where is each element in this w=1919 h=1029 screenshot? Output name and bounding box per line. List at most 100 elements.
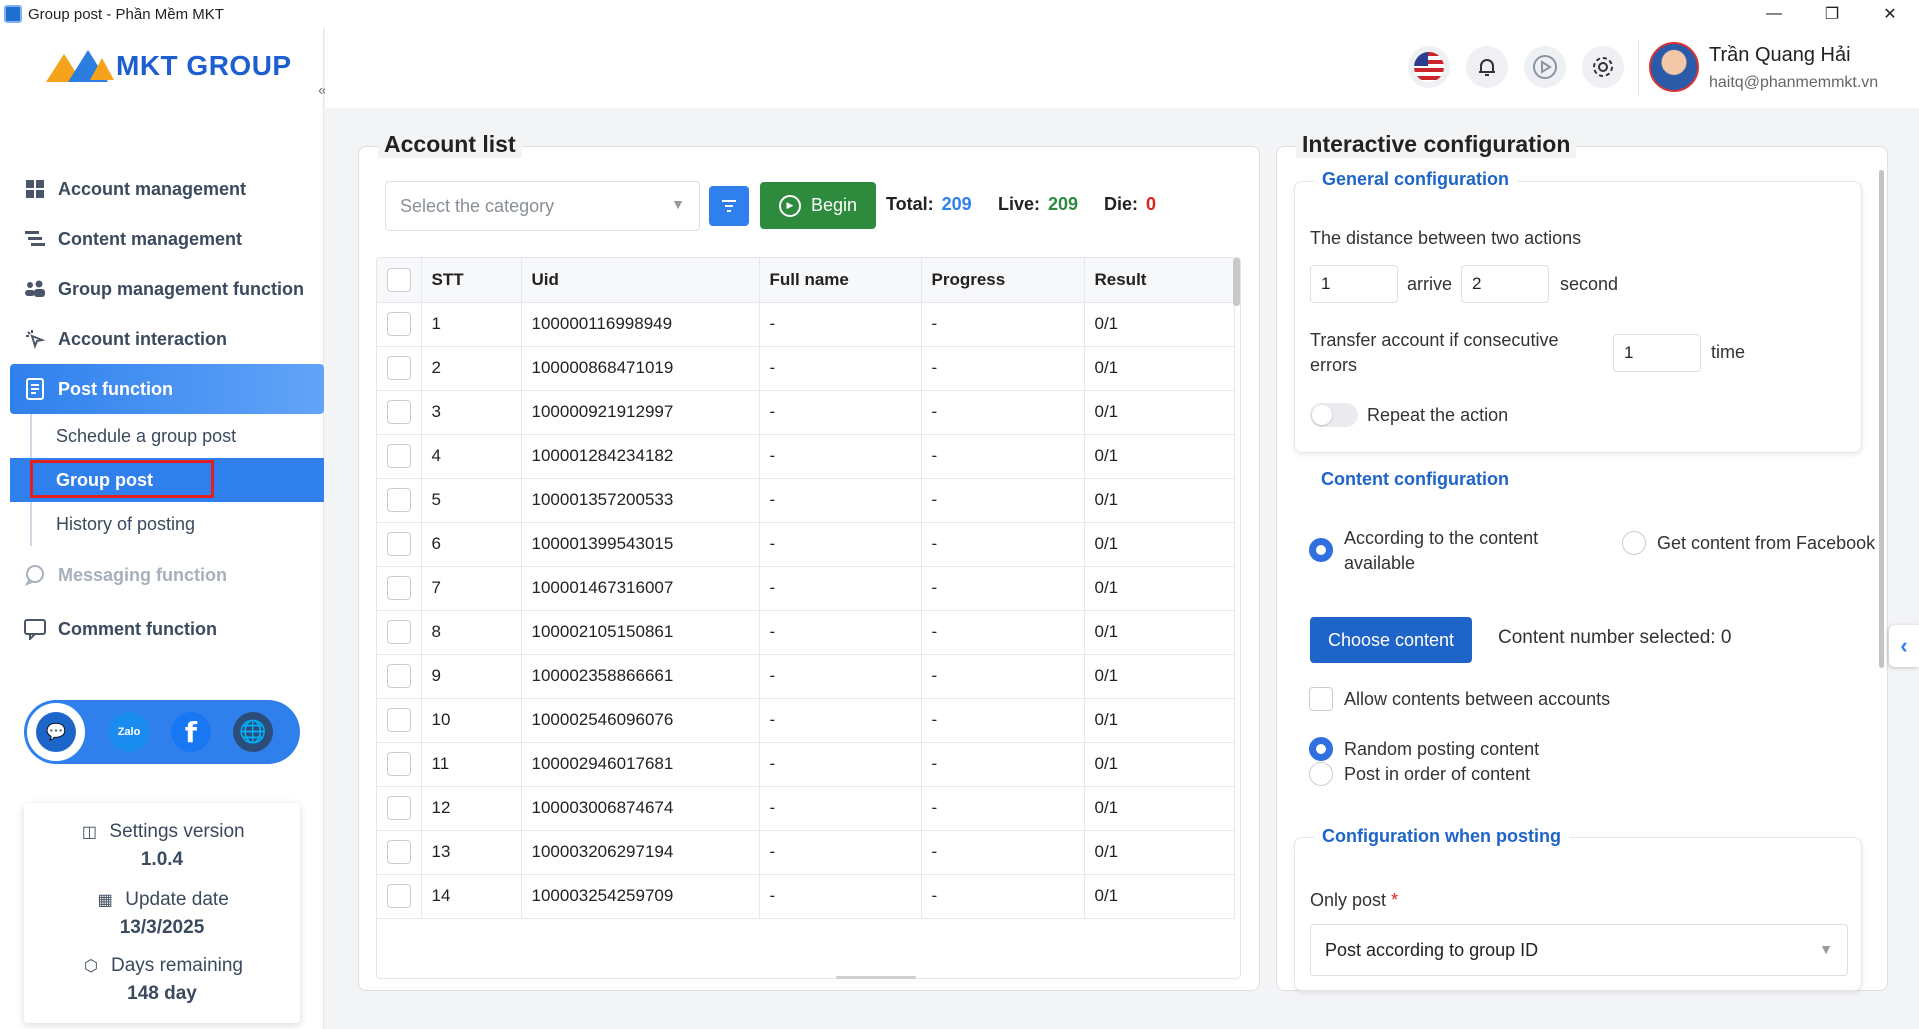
- order-posting-radio[interactable]: [1309, 762, 1333, 786]
- second-label: second: [1560, 274, 1619, 294]
- row-checkbox[interactable]: [387, 884, 411, 908]
- begin-button[interactable]: ▶ Begin: [760, 182, 876, 229]
- row-checkbox[interactable]: [387, 708, 411, 732]
- transfer-account-label: Transfer account if consecutive errors: [1310, 330, 1559, 375]
- account-list-title: Account list: [378, 131, 522, 158]
- column-header-result[interactable]: Result: [1084, 258, 1235, 303]
- sidebar-item-label: Account management: [58, 178, 247, 199]
- table-row[interactable]: 9 100002358866661- -0/1: [377, 654, 1235, 699]
- table-row[interactable]: 6 100001399543015- -0/1: [377, 522, 1235, 567]
- content-facebook-radio[interactable]: [1622, 531, 1646, 555]
- expand-side-panel-button[interactable]: ‹: [1889, 625, 1919, 667]
- column-header-full-name[interactable]: Full name: [759, 258, 922, 303]
- table-row[interactable]: 2 100000868471019- -0/1: [377, 346, 1235, 391]
- table-row[interactable]: 11 100002946017681- -0/1: [377, 742, 1235, 787]
- user-email: haitq@phanmemmkt.vn: [1709, 74, 1879, 91]
- only-post-select[interactable]: Post according to group ID ▼: [1310, 924, 1848, 976]
- filter-button[interactable]: [709, 186, 749, 226]
- sidebar-item-content-management[interactable]: Content management: [10, 214, 324, 264]
- cell-uid: 100002946017681: [521, 742, 760, 787]
- table-row[interactable]: 8 100002105150861- -0/1: [377, 610, 1235, 655]
- cell-progress: -: [921, 346, 1085, 391]
- support-button[interactable]: 💬: [25, 701, 87, 763]
- sidebar-item-comment[interactable]: Comment function: [10, 604, 324, 654]
- facebook-icon[interactable]: f: [171, 712, 211, 752]
- table-row[interactable]: 3 100000921912997- -0/1: [377, 390, 1235, 435]
- zalo-icon[interactable]: Zalo: [109, 712, 149, 752]
- distance-to-input[interactable]: 2: [1461, 265, 1549, 303]
- cell-result: 0/1: [1084, 786, 1235, 831]
- restore-button[interactable]: ❐: [1803, 0, 1861, 28]
- cell-result: 0/1: [1084, 478, 1235, 523]
- sidebar-item-group-management[interactable]: Group management function: [10, 264, 324, 314]
- sidebar-item-label: Account interaction: [58, 328, 228, 349]
- cell-result: 0/1: [1084, 610, 1235, 655]
- table-row[interactable]: 10 100002546096076- -0/1: [377, 698, 1235, 743]
- distance-from-input[interactable]: 1: [1310, 265, 1398, 303]
- arrive-label: arrive: [1407, 274, 1453, 294]
- close-button[interactable]: ✕: [1861, 0, 1919, 28]
- row-checkbox[interactable]: [387, 312, 411, 336]
- row-select-cell: [377, 478, 422, 523]
- sidebar-subitem-history-of-posting[interactable]: History of posting: [32, 502, 324, 546]
- random-posting-radio[interactable]: [1309, 737, 1333, 761]
- choose-content-button[interactable]: Choose content: [1310, 617, 1472, 663]
- only-post-label-text: Only post: [1310, 890, 1387, 910]
- content-available-radio[interactable]: [1309, 538, 1333, 562]
- cell-full-name: -: [759, 346, 922, 391]
- die-value: 0: [1146, 194, 1157, 214]
- language-flag-button[interactable]: [1408, 46, 1450, 88]
- table-row[interactable]: 14 100003254259709- -0/1: [377, 874, 1235, 919]
- sidebar-item-account-management[interactable]: Account management: [10, 164, 324, 214]
- table-scrollbar[interactable]: [1233, 258, 1240, 306]
- sidebar-subitem-schedule-group-post[interactable]: Schedule a group post: [32, 414, 324, 458]
- column-header-progress[interactable]: Progress: [921, 258, 1085, 303]
- avatar[interactable]: [1649, 42, 1699, 92]
- minimize-button[interactable]: —: [1745, 0, 1803, 28]
- column-header-stt[interactable]: STT: [421, 258, 522, 303]
- content-selected-count: Content number selected: 0: [1498, 627, 1732, 648]
- row-checkbox[interactable]: [387, 576, 411, 600]
- table-row[interactable]: 7 100001467316007- -0/1: [377, 566, 1235, 611]
- row-checkbox[interactable]: [387, 840, 411, 864]
- globe-icon[interactable]: 🌐: [233, 712, 273, 752]
- table-row[interactable]: 5 100001357200533- -0/1: [377, 478, 1235, 523]
- row-checkbox[interactable]: [387, 532, 411, 556]
- row-checkbox[interactable]: [387, 400, 411, 424]
- config-scrollbar[interactable]: [1879, 170, 1884, 668]
- sidebar-nav: Account management Content management Gr…: [10, 164, 324, 654]
- select-all-checkbox[interactable]: [387, 267, 411, 292]
- row-checkbox[interactable]: [387, 620, 411, 644]
- sidebar-subitem-group-post[interactable]: Group post: [10, 458, 324, 502]
- row-checkbox[interactable]: [387, 488, 411, 512]
- row-checkbox[interactable]: [387, 796, 411, 820]
- table-row[interactable]: 12 100003006874674- -0/1: [377, 786, 1235, 831]
- cell-full-name: -: [759, 610, 922, 655]
- table-row[interactable]: 13 100003206297194- -0/1: [377, 830, 1235, 875]
- sidebar-item-post-function[interactable]: Post function: [10, 364, 324, 414]
- notification-button[interactable]: [1466, 46, 1508, 88]
- row-select-cell: [377, 302, 422, 347]
- table-horizontal-scrollbar[interactable]: [836, 976, 916, 979]
- tutorial-video-button[interactable]: [1524, 46, 1566, 88]
- settings-version-icon: ◫: [81, 824, 97, 841]
- row-checkbox[interactable]: [387, 664, 411, 688]
- repeat-action-toggle[interactable]: [1310, 403, 1358, 427]
- column-header-uid[interactable]: Uid: [521, 258, 760, 303]
- row-checkbox[interactable]: [387, 444, 411, 468]
- sidebar-item-messaging[interactable]: Messaging function: [10, 550, 324, 600]
- sidebar-item-account-interaction[interactable]: Account interaction: [10, 314, 324, 364]
- table-row[interactable]: 4 100001284234182- -0/1: [377, 434, 1235, 479]
- row-checkbox[interactable]: [387, 752, 411, 776]
- allow-between-checkbox[interactable]: [1309, 687, 1333, 711]
- settings-button[interactable]: [1582, 46, 1624, 88]
- document-icon: [24, 378, 46, 400]
- table-row[interactable]: 1 100000116998949- -0/1: [377, 302, 1235, 347]
- category-select[interactable]: Select the category ▼: [385, 181, 700, 231]
- row-checkbox[interactable]: [387, 356, 411, 380]
- transfer-errors-input[interactable]: 1: [1613, 334, 1701, 372]
- content-layers-icon: [24, 228, 46, 250]
- cell-stt: 14: [421, 874, 522, 919]
- cell-stt: 2: [421, 346, 522, 391]
- cell-result: 0/1: [1084, 874, 1235, 919]
